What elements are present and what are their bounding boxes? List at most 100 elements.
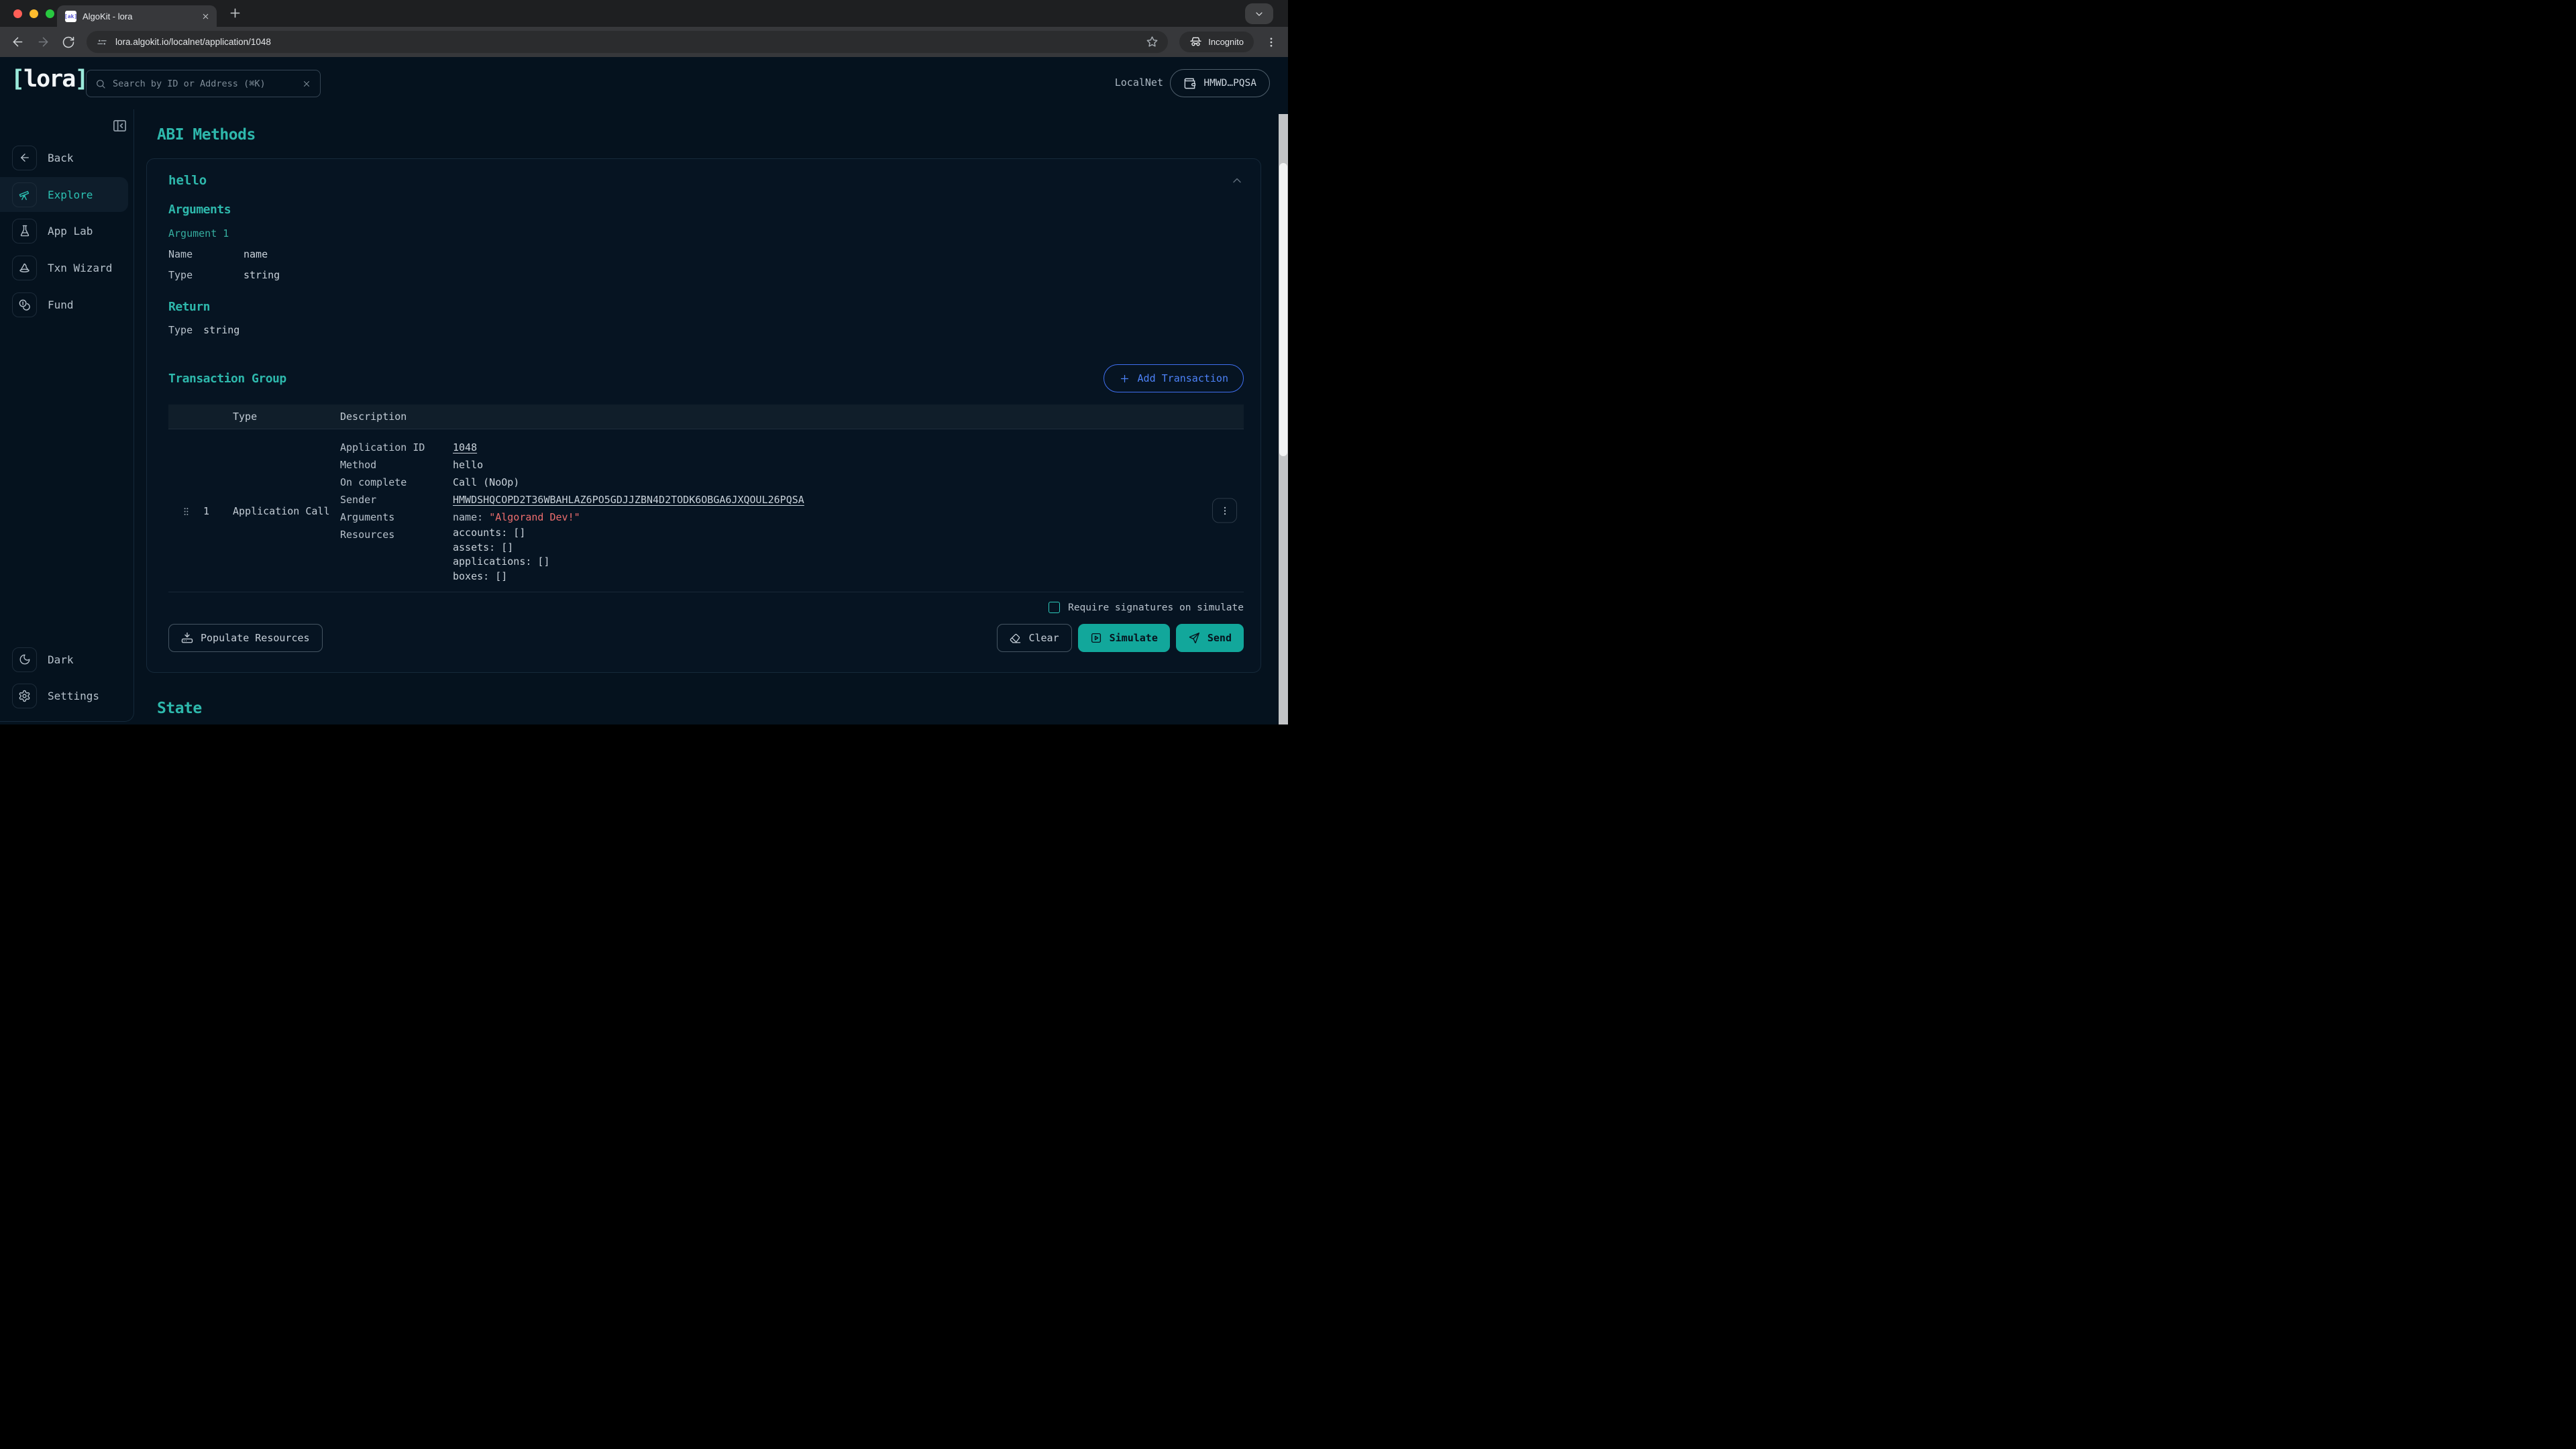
- argument-name-value: name: [244, 248, 268, 260]
- method-card-header[interactable]: hello: [168, 169, 1244, 192]
- search-icon: [95, 78, 106, 89]
- argument-type-value: string: [244, 269, 280, 281]
- argument-name-row: Name name: [168, 248, 1244, 260]
- transaction-table-header: Type Description: [168, 405, 1244, 429]
- type-column-header: Type: [233, 411, 340, 423]
- description-column-header: Description: [340, 411, 1244, 423]
- transaction-row[interactable]: 1 Application Call Application ID 1048 M…: [168, 429, 1244, 592]
- sidebar-item-app-lab[interactable]: App Lab: [0, 213, 128, 248]
- tab-favicon: [ak]: [65, 11, 76, 22]
- wallet-button[interactable]: HMWD…PQSA: [1170, 69, 1270, 97]
- main-content: ABI Methods hello Arguments Argument 1 N…: [134, 109, 1279, 724]
- transaction-type: Application Call: [233, 505, 340, 517]
- sidebar-item-txn-wizard[interactable]: Txn Wizard: [0, 250, 128, 285]
- clear-search-icon[interactable]: [302, 79, 311, 89]
- bookmark-star-icon[interactable]: [1146, 36, 1159, 48]
- resources-boxes: boxes: []: [453, 570, 550, 584]
- sidebar-item-settings[interactable]: Settings: [0, 678, 128, 713]
- page-title: ABI Methods: [157, 126, 1261, 144]
- browser-menu-button[interactable]: [1265, 36, 1277, 48]
- collapse-method-button[interactable]: [1230, 174, 1244, 187]
- new-tab-button[interactable]: [228, 6, 242, 20]
- transaction-actions: Populate Resources Clear Simulate: [168, 624, 1244, 652]
- close-window-button[interactable]: [13, 9, 22, 18]
- moon-icon: [19, 653, 31, 665]
- sidebar-item-back[interactable]: Back: [0, 140, 128, 175]
- sidebar-item-explore[interactable]: Explore: [0, 177, 128, 212]
- site-settings-icon[interactable]: [96, 36, 108, 48]
- application-id-link[interactable]: 1048: [453, 439, 477, 456]
- tab-search-button[interactable]: [1245, 3, 1273, 24]
- transaction-group-header: Transaction Group Add Transaction: [168, 364, 1244, 392]
- page-scrollbar[interactable]: [1279, 114, 1288, 724]
- plus-icon: [1119, 373, 1130, 384]
- method-name: hello: [168, 173, 207, 188]
- scrollbar-thumb[interactable]: [1279, 163, 1287, 456]
- return-type-label: Type: [168, 324, 193, 336]
- resources-applications: applications: []: [453, 555, 550, 570]
- tab-title: AlgoKit - lora: [83, 11, 195, 21]
- transaction-description: Application ID 1048 Method hello On comp…: [340, 439, 1244, 584]
- app-header: [lora] LocalNet HMWD…PQSA: [0, 57, 1288, 109]
- sidebar-item-label: Settings: [48, 690, 99, 702]
- sidebar-item-label: Dark: [48, 653, 74, 666]
- on-complete-field: On complete Call (NoOp): [340, 474, 1244, 491]
- zoom-window-button[interactable]: [46, 9, 54, 18]
- play-square-icon: [1090, 632, 1102, 644]
- browser-window: [ak] AlgoKit - lora lora.algokit.io/l: [0, 0, 1288, 724]
- browser-tab[interactable]: [ak] AlgoKit - lora: [57, 5, 217, 27]
- sidebar-item-fund[interactable]: Fund: [0, 287, 128, 322]
- sender-address-link[interactable]: HMWDSHQCOPD2T36WBAHLAZ6PO5GDJJZBN4D2TODK…: [453, 491, 804, 508]
- sidebar-item-label: Back: [48, 152, 74, 164]
- kebab-menu-icon: [1220, 505, 1230, 516]
- address-bar[interactable]: lora.algokit.io/localnet/application/104…: [87, 31, 1168, 53]
- transaction-index: 1: [203, 505, 233, 517]
- search-input[interactable]: [113, 78, 295, 89]
- window-controls: [13, 9, 54, 18]
- browser-tabstrip: [ak] AlgoKit - lora: [0, 0, 1288, 27]
- application-id-field: Application ID 1048: [340, 439, 1244, 456]
- populate-resources-button[interactable]: Populate Resources: [168, 624, 323, 652]
- resources-accounts: accounts: []: [453, 526, 550, 541]
- sidebar-item-label: Fund: [48, 299, 74, 311]
- transaction-group-heading: Transaction Group: [168, 372, 286, 386]
- arguments-field: Arguments name: "Algorand Dev!": [340, 508, 1244, 526]
- arrow-left-icon: [19, 152, 31, 164]
- incognito-icon: [1189, 36, 1202, 48]
- simulate-button[interactable]: Simulate: [1078, 624, 1170, 652]
- sidebar-collapse-button[interactable]: [112, 118, 127, 133]
- chevron-down-icon: [1254, 9, 1265, 19]
- sidebar-item-label: Txn Wizard: [48, 262, 112, 274]
- forward-button[interactable]: [36, 35, 50, 49]
- sidebar: Back Explore App Lab Txn Wizard Fund Dar: [0, 109, 134, 722]
- browser-toolbar: lora.algokit.io/localnet/application/104…: [0, 27, 1288, 57]
- gear-icon: [18, 690, 31, 702]
- state-title: State: [157, 700, 1261, 717]
- incognito-badge: Incognito: [1179, 32, 1254, 52]
- wallet-icon: [1183, 77, 1196, 90]
- global-search[interactable]: [86, 70, 321, 97]
- logo-bracket: [: [11, 66, 23, 93]
- row-menu-button[interactable]: [1212, 498, 1237, 523]
- incognito-label: Incognito: [1208, 37, 1244, 47]
- chevron-up-icon: [1230, 174, 1244, 187]
- argument-type-label: Type: [168, 269, 244, 281]
- minimize-window-button[interactable]: [30, 9, 38, 18]
- return-heading: Return: [168, 300, 1244, 314]
- drag-handle-icon[interactable]: [181, 506, 191, 517]
- add-transaction-button[interactable]: Add Transaction: [1104, 364, 1244, 392]
- back-button[interactable]: [11, 35, 25, 49]
- require-signatures-checkbox[interactable]: [1049, 602, 1060, 613]
- argument-type-row: Type string: [168, 269, 1244, 281]
- sidebar-item-label: Explore: [48, 189, 93, 201]
- send-button[interactable]: Send: [1176, 624, 1244, 652]
- argument-string-value: "Algorand Dev!": [489, 511, 580, 523]
- url-text[interactable]: lora.algokit.io/localnet/application/104…: [115, 37, 1138, 47]
- tab-close-icon[interactable]: [201, 12, 210, 21]
- lora-logo[interactable]: [lora]: [11, 66, 87, 93]
- argument-name-label: Name: [168, 248, 244, 260]
- sidebar-item-theme-toggle[interactable]: Dark: [0, 642, 128, 677]
- clear-button[interactable]: Clear: [997, 624, 1071, 652]
- reload-button[interactable]: [62, 36, 75, 49]
- network-label[interactable]: LocalNet: [1115, 76, 1163, 89]
